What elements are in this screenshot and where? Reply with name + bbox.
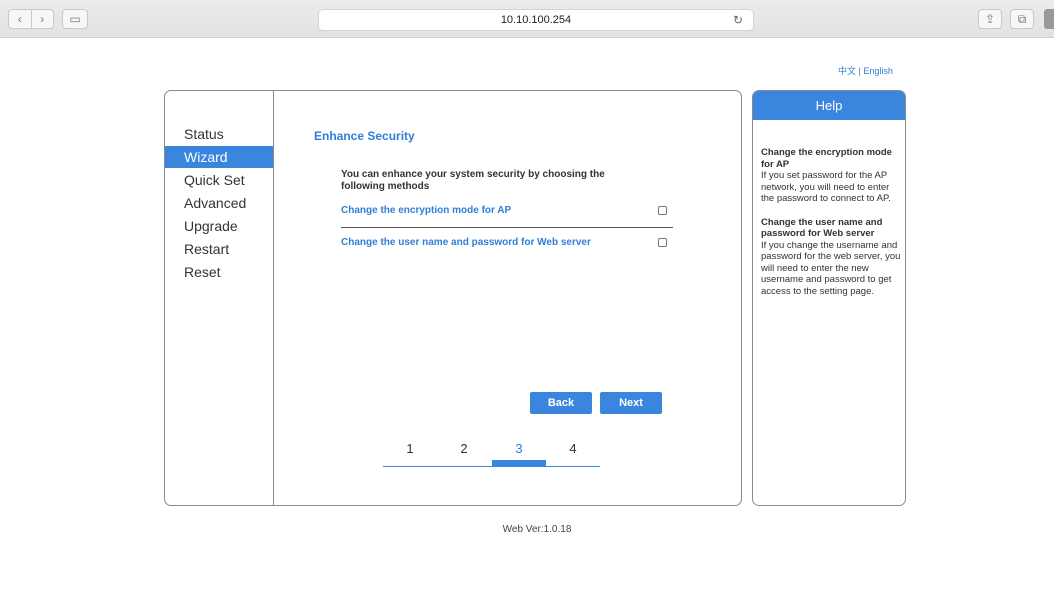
help-text-encryption: If you set password for the AP network, … (761, 170, 891, 204)
menu-item-status[interactable]: Status (165, 123, 273, 145)
lang-separator: | (858, 66, 861, 76)
language-switch: 中文 | English (838, 64, 893, 77)
web-version: Web Ver:1.0.18 (502, 524, 572, 535)
menu-item-quick-set[interactable]: Quick Set (165, 169, 273, 191)
step-2: 2 (460, 441, 468, 456)
url-text: 10.10.100.254 (500, 14, 572, 26)
option-encryption-mode[interactable]: Change the encryption mode for AP (341, 205, 667, 219)
main-panel: Status Wizard Quick Set Advanced Upgrade… (164, 90, 742, 506)
forward-arrow-icon[interactable]: › (30, 10, 54, 28)
option-web-credentials-label[interactable]: Change the user name and password for We… (341, 237, 591, 248)
step-4: 4 (569, 441, 577, 456)
step-3: 3 (515, 441, 523, 456)
menu-item-restart[interactable]: Restart (165, 238, 273, 260)
lang-english-link[interactable]: English (863, 66, 893, 76)
wizard-content: Enhance Security You can enhance your sy… (275, 91, 741, 505)
help-panel: Help Change the encryption mode for AP I… (752, 90, 906, 506)
help-heading-encryption: Change the encryption mode for AP (761, 147, 892, 170)
step-progress-line (383, 466, 600, 467)
next-button[interactable]: Next (600, 392, 662, 414)
help-body: Change the encryption mode for AP If you… (761, 147, 903, 297)
page-title: Enhance Security (314, 129, 415, 143)
share-icon[interactable]: ⇪ (978, 9, 1002, 29)
back-arrow-icon[interactable]: ‹ (9, 10, 31, 28)
intro-text: You can enhance your system security by … (341, 169, 605, 192)
option-web-credentials[interactable]: Change the user name and password for We… (341, 237, 667, 251)
help-text-web-credentials: If you change the username and password … (761, 239, 901, 297)
lang-chinese-link[interactable]: 中文 (838, 66, 856, 76)
sidebar-toggle-icon[interactable]: ▭ (62, 9, 88, 29)
nav-buttons: ‹ › (8, 9, 54, 29)
help-heading-web-credentials: Change the user name and password for We… (761, 216, 883, 240)
window-edge (1044, 9, 1054, 29)
menu-item-advanced[interactable]: Advanced (165, 192, 273, 214)
menu-item-wizard[interactable]: Wizard (165, 146, 273, 168)
browser-toolbar: ‹ › ▭ 10.10.100.254 ↻ ⇪ ⧉ (0, 0, 1054, 38)
back-button[interactable]: Back (530, 392, 592, 414)
menu-item-reset[interactable]: Reset (165, 261, 273, 283)
encryption-checkbox[interactable] (658, 206, 667, 215)
step-1: 1 (406, 441, 414, 456)
address-bar[interactable]: 10.10.100.254 ↻ (318, 9, 754, 31)
help-title: Help (753, 91, 905, 120)
web-credentials-checkbox[interactable] (658, 238, 667, 247)
tabs-overview-icon[interactable]: ⧉ (1010, 9, 1034, 29)
menu-item-upgrade[interactable]: Upgrade (165, 215, 273, 237)
option-encryption-label[interactable]: Change the encryption mode for AP (341, 205, 511, 216)
step-progress-indicator (492, 460, 546, 466)
divider (341, 227, 673, 228)
side-menu: Status Wizard Quick Set Advanced Upgrade… (165, 91, 274, 505)
reload-icon[interactable]: ↻ (733, 13, 743, 27)
